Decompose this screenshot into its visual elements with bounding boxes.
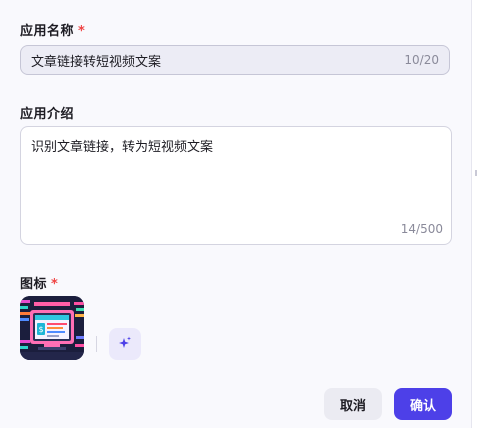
required-marker: * xyxy=(51,277,59,292)
app-desc-textarea[interactable]: 识别文章链接，转为短视频文案 14/500 xyxy=(20,126,452,245)
scrollbar[interactable] xyxy=(471,0,478,428)
icon-label: 图标 * xyxy=(20,273,58,292)
app-desc-value[interactable]: 识别文章链接，转为短视频文案 xyxy=(31,136,213,155)
scrollbar-thumb[interactable] xyxy=(475,170,477,176)
create-app-dialog: 应用名称 * 文章链接转短视频文案 10/20 应用介绍 识别文章链接，转为短视频… xyxy=(0,0,478,428)
ai-generate-icon-button[interactable] xyxy=(109,328,141,360)
app-name-counter: 10/20 xyxy=(404,53,439,67)
app-name-input[interactable]: 文章链接转短视频文案 10/20 xyxy=(20,45,450,75)
app-name-label-text: 应用名称 xyxy=(20,24,75,39)
app-desc-label-text: 应用介绍 xyxy=(20,107,75,122)
divider xyxy=(96,336,97,352)
confirm-button[interactable]: 确认 xyxy=(394,388,452,420)
app-desc-counter: 14/500 xyxy=(400,222,443,236)
icon-label-text: 图标 xyxy=(20,277,48,292)
app-name-value[interactable]: 文章链接转短视频文案 xyxy=(31,51,404,70)
app-thumbnail-icon[interactable]: $ xyxy=(20,296,84,360)
required-marker: * xyxy=(78,24,86,39)
svg-text:$: $ xyxy=(38,325,43,334)
sparkle-icon xyxy=(118,335,132,354)
app-desc-label: 应用介绍 xyxy=(20,103,74,122)
cancel-button[interactable]: 取消 xyxy=(324,388,382,420)
app-name-label: 应用名称 * xyxy=(20,20,85,39)
